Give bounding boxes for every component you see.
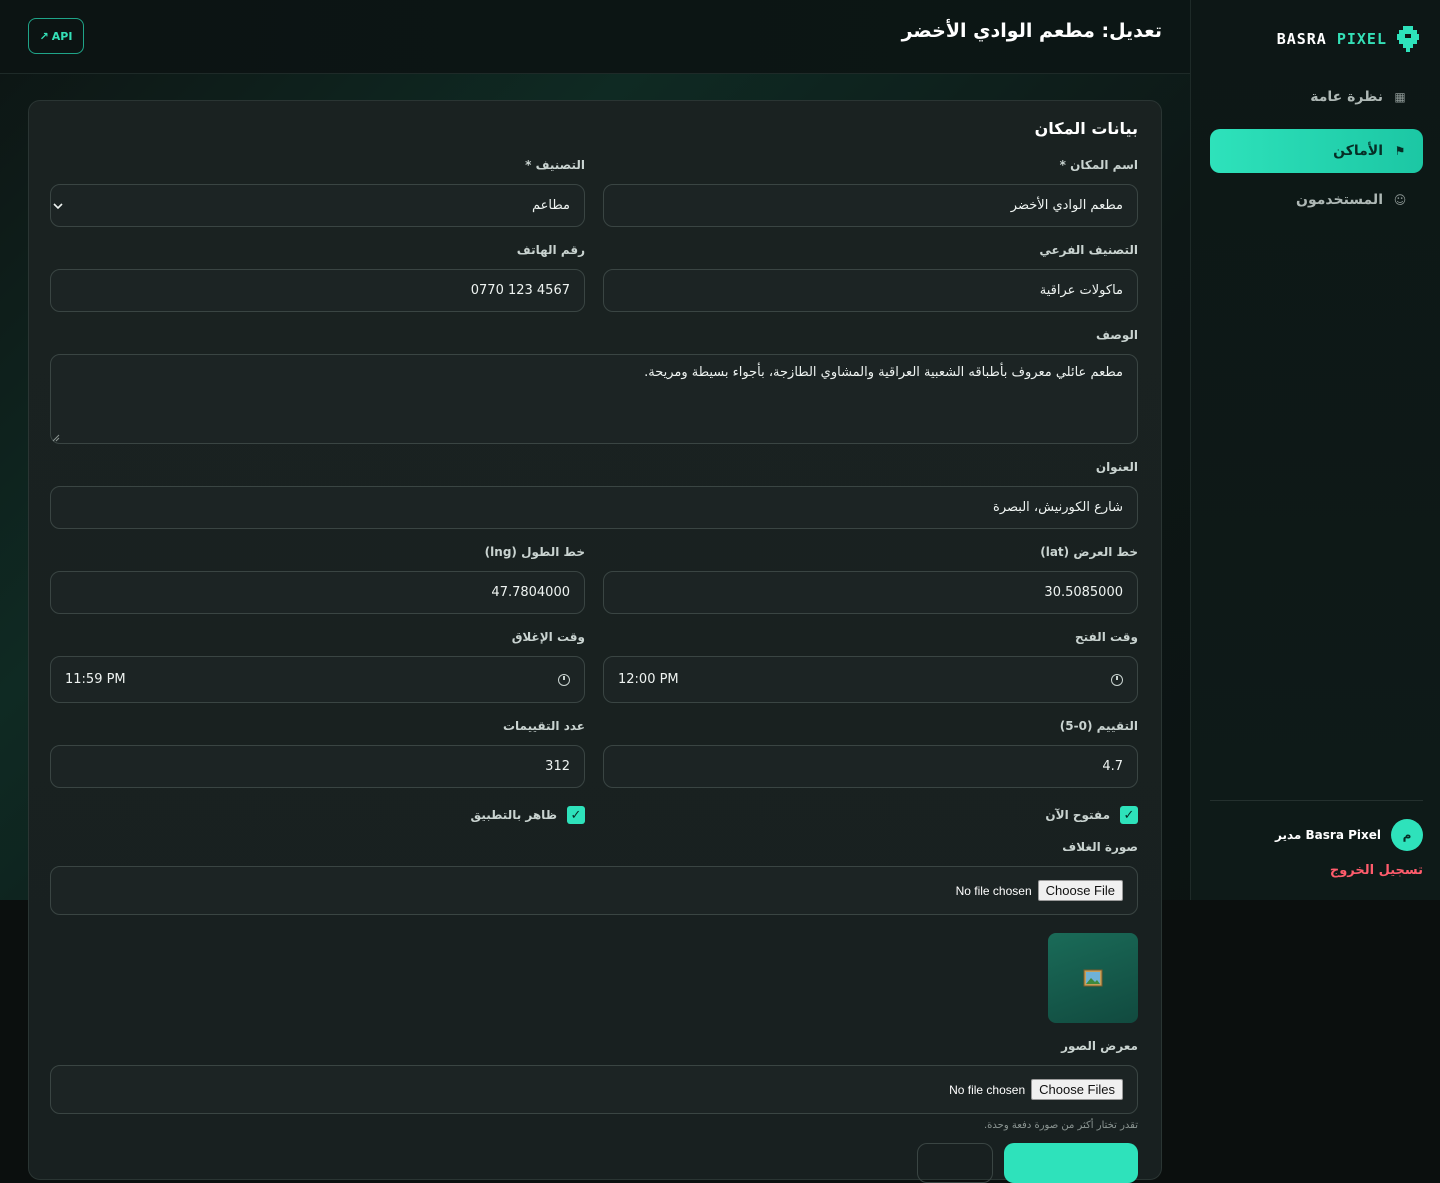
lng-input[interactable]: 47.7804000 [50,571,585,614]
gallery-hint: تقدر تختار أكثر من صورة دفعة وحدة. [984,1120,1138,1131]
resize-handle-icon[interactable] [52,434,60,442]
visible-label: ظاهر بالتطبيق [470,808,558,822]
category-value: مطاعم [532,198,570,213]
close-time-label: وقت الإغلاق [511,630,585,644]
save-button[interactable] [1004,1143,1138,1183]
image-icon [1083,969,1103,987]
brand-logo[interactable]: BASRA PIXEL [1277,24,1419,54]
open-now-checkbox-row[interactable]: ✓ مفتوح الآن [1045,806,1138,824]
page-title: تعديل: مطعم الوادي الأخضر [901,20,1162,42]
smiley-icon: ☺ [1393,193,1407,207]
gallery-label: معرض الصور [1061,1039,1138,1053]
lat-label: خط العرض (lat) [1040,545,1138,559]
open-now-checkbox[interactable]: ✓ [1120,806,1138,824]
sidebar: BASRA PIXEL ▦ نظرة عامة ⚑ الأماكن ☺ المس… [1190,0,1440,900]
sidebar-item-overview[interactable]: ▦ نظرة عامة [1210,75,1423,119]
api-button-label: API [51,29,73,43]
name-value: مطعم الوادي الأخضر [1010,198,1123,213]
sidebar-item-places[interactable]: ⚑ الأماكن [1210,129,1423,173]
external-link-icon: ↗ [39,29,49,43]
gallery-file-input[interactable]: Choose Files No file chosen [50,1065,1138,1114]
rating-input[interactable]: 4.7 [603,745,1138,788]
name-input[interactable]: مطعم الوادي الأخضر [603,184,1138,227]
subcategory-value: ماكولات عراقية [1039,283,1123,298]
sidebar-item-users[interactable]: ☺ المستخدمون [1210,178,1423,222]
category-label: التصنيف * [525,158,585,172]
address-label: العنوان [1095,460,1138,474]
user-name: Basra Pixel مدير [1275,828,1381,842]
choose-files-button[interactable]: Choose Files [1031,1079,1123,1100]
close-time-value: 11:59 PM [65,672,126,687]
brand-name-part1: BASRA [1276,30,1327,48]
address-input[interactable]: شارع الكورنيش، البصرة [50,486,1138,529]
name-label: اسم المكان * [1059,158,1138,172]
description-label: الوصف [1095,328,1138,342]
phone-input[interactable]: 0770 123 4567 [50,269,585,312]
visible-checkbox-row[interactable]: ✓ ظاهر بالتطبيق [470,806,585,824]
cover-file-status: No file chosen [955,883,1032,898]
reviews-count-label: عدد التقييمات [502,719,585,733]
sidebar-item-label: نظرة عامة [1310,89,1383,105]
avatar: م [1391,819,1423,851]
flag-icon: ⚑ [1394,144,1406,158]
choose-file-button[interactable]: Choose File [1037,880,1123,901]
cover-image-label: صورة الغلاف [1062,840,1138,854]
category-select[interactable]: مطاعم [50,184,585,227]
user-info: م Basra Pixel مدير [1210,819,1423,851]
lat-input[interactable]: 30.5085000 [603,571,1138,614]
subcategory-input[interactable]: ماكولات عراقية [603,269,1138,312]
phone-value: 0770 123 4567 [470,283,570,298]
description-value: مطعم عائلي معروف بأطباقه الشعبية العراقي… [644,365,1123,380]
brand-name-part2: PIXEL [1336,30,1387,48]
cover-file-input[interactable]: Choose File No file chosen [50,866,1138,915]
sidebar-item-label: المستخدمون [1296,192,1383,208]
lat-value: 30.5085000 [1044,585,1123,600]
open-time-value: 12:00 PM [618,672,679,687]
section-title: بيانات المكان [1034,119,1138,138]
logout-link[interactable]: تسجيل الخروج [1210,863,1423,878]
clock-icon[interactable] [1111,673,1123,686]
open-time-input[interactable]: 12:00 PM [603,656,1138,703]
pixel-pin-icon [1397,26,1419,52]
visible-checkbox[interactable]: ✓ [567,806,585,824]
subcategory-label: التصنيف الفرعي [1039,243,1138,257]
sidebar-footer: م Basra Pixel مدير تسجيل الخروج [1210,800,1423,878]
clock-icon[interactable] [558,673,570,686]
lng-label: خط الطول (lng) [484,545,585,559]
description-textarea[interactable]: مطعم عائلي معروف بأطباقه الشعبية العراقي… [50,354,1138,444]
cover-image-thumbnail [1048,933,1138,1023]
place-form-card: بيانات المكان اسم المكان * مطعم الوادي ا… [28,100,1162,1183]
open-now-label: مفتوح الآن [1045,808,1110,822]
close-time-input[interactable]: 11:59 PM [50,656,585,703]
gallery-file-status: No file chosen [949,1082,1026,1097]
top-header: تعديل: مطعم الوادي الأخضر ↗ API [0,0,1190,74]
phone-label: رقم الهاتف [516,243,585,257]
cancel-button[interactable] [917,1143,993,1183]
api-button[interactable]: ↗ API [28,18,84,54]
grid-icon: ▦ [1394,90,1406,104]
address-value: شارع الكورنيش، البصرة [993,500,1123,515]
reviews-count-value: 312 [545,759,570,774]
open-time-label: وقت الفتح [1075,630,1138,644]
reviews-count-input[interactable]: 312 [50,745,585,788]
rating-value: 4.7 [1102,759,1123,774]
lng-value: 47.7804000 [491,585,570,600]
sidebar-item-label: الأماكن [1333,143,1383,159]
rating-label: التقييم (0-5) [1059,719,1138,733]
